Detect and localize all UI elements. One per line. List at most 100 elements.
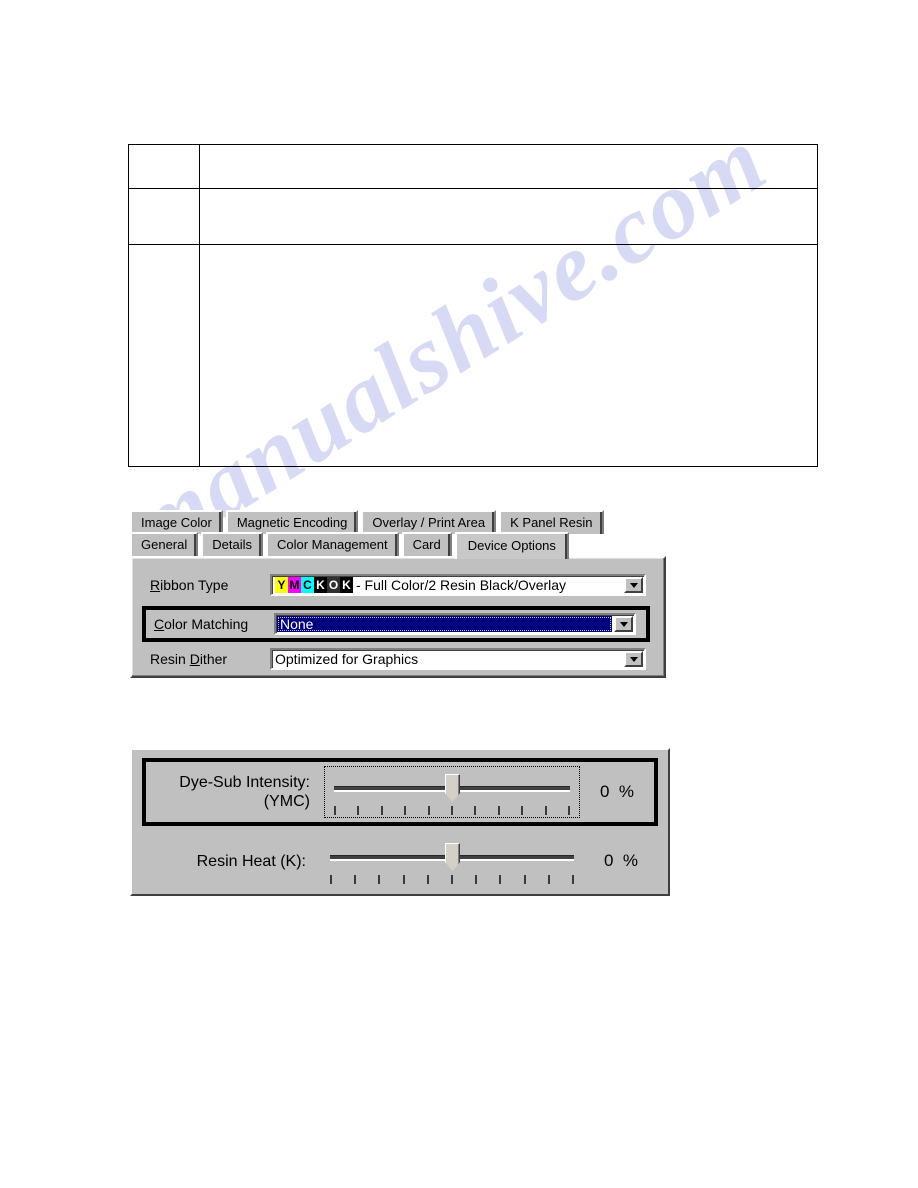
- image-color-slider-panel: Dye-Sub Intensity: (YMC) 0 % Resin Heat …: [130, 748, 670, 896]
- slider-tick: [357, 806, 360, 815]
- chevron-down-icon[interactable]: [614, 616, 633, 632]
- slider-ticks: [334, 806, 570, 816]
- color-matching-row: Color Matching None: [142, 606, 650, 642]
- ribbon-swatch-overlay: O: [327, 577, 340, 593]
- slider-tick: [402, 875, 405, 884]
- resin-heat-value: 0 %: [584, 851, 658, 871]
- tab-details[interactable]: Details: [201, 532, 263, 557]
- resin-dither-row: Resin Dither Optimized for Graphics: [132, 646, 664, 672]
- ribbon-swatch-magenta: M: [288, 577, 301, 593]
- resin-heat-slider[interactable]: [320, 835, 584, 887]
- tab-magnetic-encoding[interactable]: Magnetic Encoding: [225, 510, 359, 534]
- table-cell-text: [129, 189, 199, 197]
- dye-sub-intensity-value: 0 %: [580, 782, 654, 802]
- ribbon-type-combobox[interactable]: Y M C K O K - Full Color/2 Resin Black/O…: [270, 574, 646, 596]
- tab-k-panel-resin[interactable]: K Panel Resin: [499, 510, 604, 534]
- table-cell-label: [128, 188, 200, 245]
- color-matching-combobox[interactable]: None: [274, 613, 636, 635]
- slider-tick: [330, 875, 332, 884]
- dye-sub-intensity-slider[interactable]: [324, 766, 580, 818]
- chevron-down-icon[interactable]: [624, 651, 643, 667]
- tab-image-color[interactable]: Image Color: [130, 510, 223, 534]
- table-cell-text: [200, 245, 817, 253]
- tab-label: Color Management: [277, 537, 388, 552]
- color-matching-label: Color Matching: [154, 616, 274, 632]
- slider-tick: [474, 806, 477, 815]
- color-matching-accel: C: [154, 616, 165, 632]
- slider-thumb[interactable]: [445, 774, 460, 802]
- tab-overlay-print-area[interactable]: Overlay / Print Area: [361, 510, 497, 534]
- tab-strip-row-1: Image Color Magnetic Encoding Overlay / …: [130, 510, 670, 534]
- table-row: [128, 244, 818, 467]
- table-cell-body: [199, 188, 818, 245]
- dye-sub-intensity-label-line1: Dye-Sub Intensity:: [179, 774, 310, 791]
- dye-sub-intensity-number: 0: [599, 782, 610, 801]
- table-cell-text: [200, 189, 817, 197]
- tab-label: General: [141, 537, 188, 552]
- device-options-panel: Ribbon Type Y M C K O K - Full Color/2 R…: [130, 556, 666, 678]
- slider-tick: [334, 806, 336, 815]
- slider-tick: [499, 875, 502, 884]
- resin-dither-label-pre: Resin: [150, 651, 190, 667]
- resin-heat-label: Resin Heat (K):: [142, 852, 320, 871]
- slider-tick: [426, 875, 429, 884]
- table-cell-label: [128, 244, 200, 467]
- resin-heat-row: Resin Heat (K): 0 %: [142, 830, 658, 892]
- slider-ticks: [330, 875, 574, 885]
- resin-dither-combobox[interactable]: Optimized for Graphics: [270, 648, 646, 670]
- ribbon-type-label: Ribbon Type: [150, 577, 270, 593]
- table-row: [128, 144, 818, 189]
- ribbon-swatch-cyan: C: [301, 577, 314, 593]
- dye-sub-intensity-label: Dye-Sub Intensity: (YMC): [146, 773, 324, 811]
- tab-label: Image Color: [141, 515, 212, 530]
- table-cell-body: [199, 144, 818, 189]
- tab-label: Magnetic Encoding: [236, 515, 348, 530]
- dye-sub-intensity-label-line2: (YMC): [263, 793, 310, 810]
- resin-dither-accel: D: [189, 651, 200, 667]
- slider-tick: [475, 875, 478, 884]
- slider-thumb[interactable]: [445, 843, 460, 871]
- tab-card[interactable]: Card: [401, 532, 452, 557]
- color-matching-value: None: [277, 616, 612, 632]
- table-cell-body: [199, 244, 818, 467]
- ribbon-type-value: Y M C K O K - Full Color/2 Resin Black/O…: [272, 576, 623, 594]
- tab-label: Device Options: [467, 538, 556, 553]
- tab-general[interactable]: General: [130, 532, 199, 557]
- tab-color-management[interactable]: Color Management: [266, 532, 399, 557]
- table-cell-label: [128, 144, 200, 189]
- tab-device-options[interactable]: Device Options: [454, 532, 569, 559]
- slider-tick: [571, 875, 574, 884]
- ribbon-type-row: Ribbon Type Y M C K O K - Full Color/2 R…: [132, 572, 664, 598]
- tab-strip-row-2: General Details Color Management Card De…: [130, 532, 670, 559]
- resin-heat-number: 0: [603, 851, 614, 870]
- ribbon-swatch-black-1: K: [314, 577, 327, 593]
- resin-dither-label: Resin Dither: [150, 651, 270, 667]
- slider-tick: [450, 806, 453, 815]
- ribbon-panel-swatches: Y M C K O K: [275, 577, 353, 593]
- slider-tick: [354, 875, 357, 884]
- ribbon-type-label-rest: ibbon Type: [160, 577, 229, 593]
- slider-tick: [521, 806, 524, 815]
- slider-tick: [450, 875, 453, 884]
- slider-tick: [547, 875, 550, 884]
- resin-heat-unit: %: [622, 851, 639, 870]
- spec-table: [128, 144, 818, 467]
- dye-sub-intensity-unit: %: [618, 782, 635, 801]
- tab-label: Card: [412, 537, 441, 552]
- ribbon-type-accel: R: [150, 577, 161, 593]
- ribbon-swatch-black-2: K: [340, 577, 353, 593]
- table-row: [128, 188, 818, 245]
- ribbon-swatch-yellow: Y: [275, 577, 288, 593]
- chevron-down-icon[interactable]: [624, 577, 643, 593]
- dye-sub-intensity-row: Dye-Sub Intensity: (YMC) 0 %: [142, 758, 658, 826]
- table-cell-text: [200, 145, 817, 153]
- table-cell-text: [129, 145, 199, 153]
- ribbon-type-description: - Full Color/2 Resin Black/Overlay: [356, 577, 567, 593]
- slider-tick: [523, 875, 526, 884]
- slider-tick: [378, 875, 381, 884]
- slider-tick: [544, 806, 547, 815]
- color-matching-label-rest: olor Matching: [164, 616, 249, 632]
- slider-tick: [404, 806, 407, 815]
- resin-dither-label-rest: ither: [199, 651, 228, 667]
- printer-properties-dialog: Image Color Magnetic Encoding Overlay / …: [130, 510, 670, 678]
